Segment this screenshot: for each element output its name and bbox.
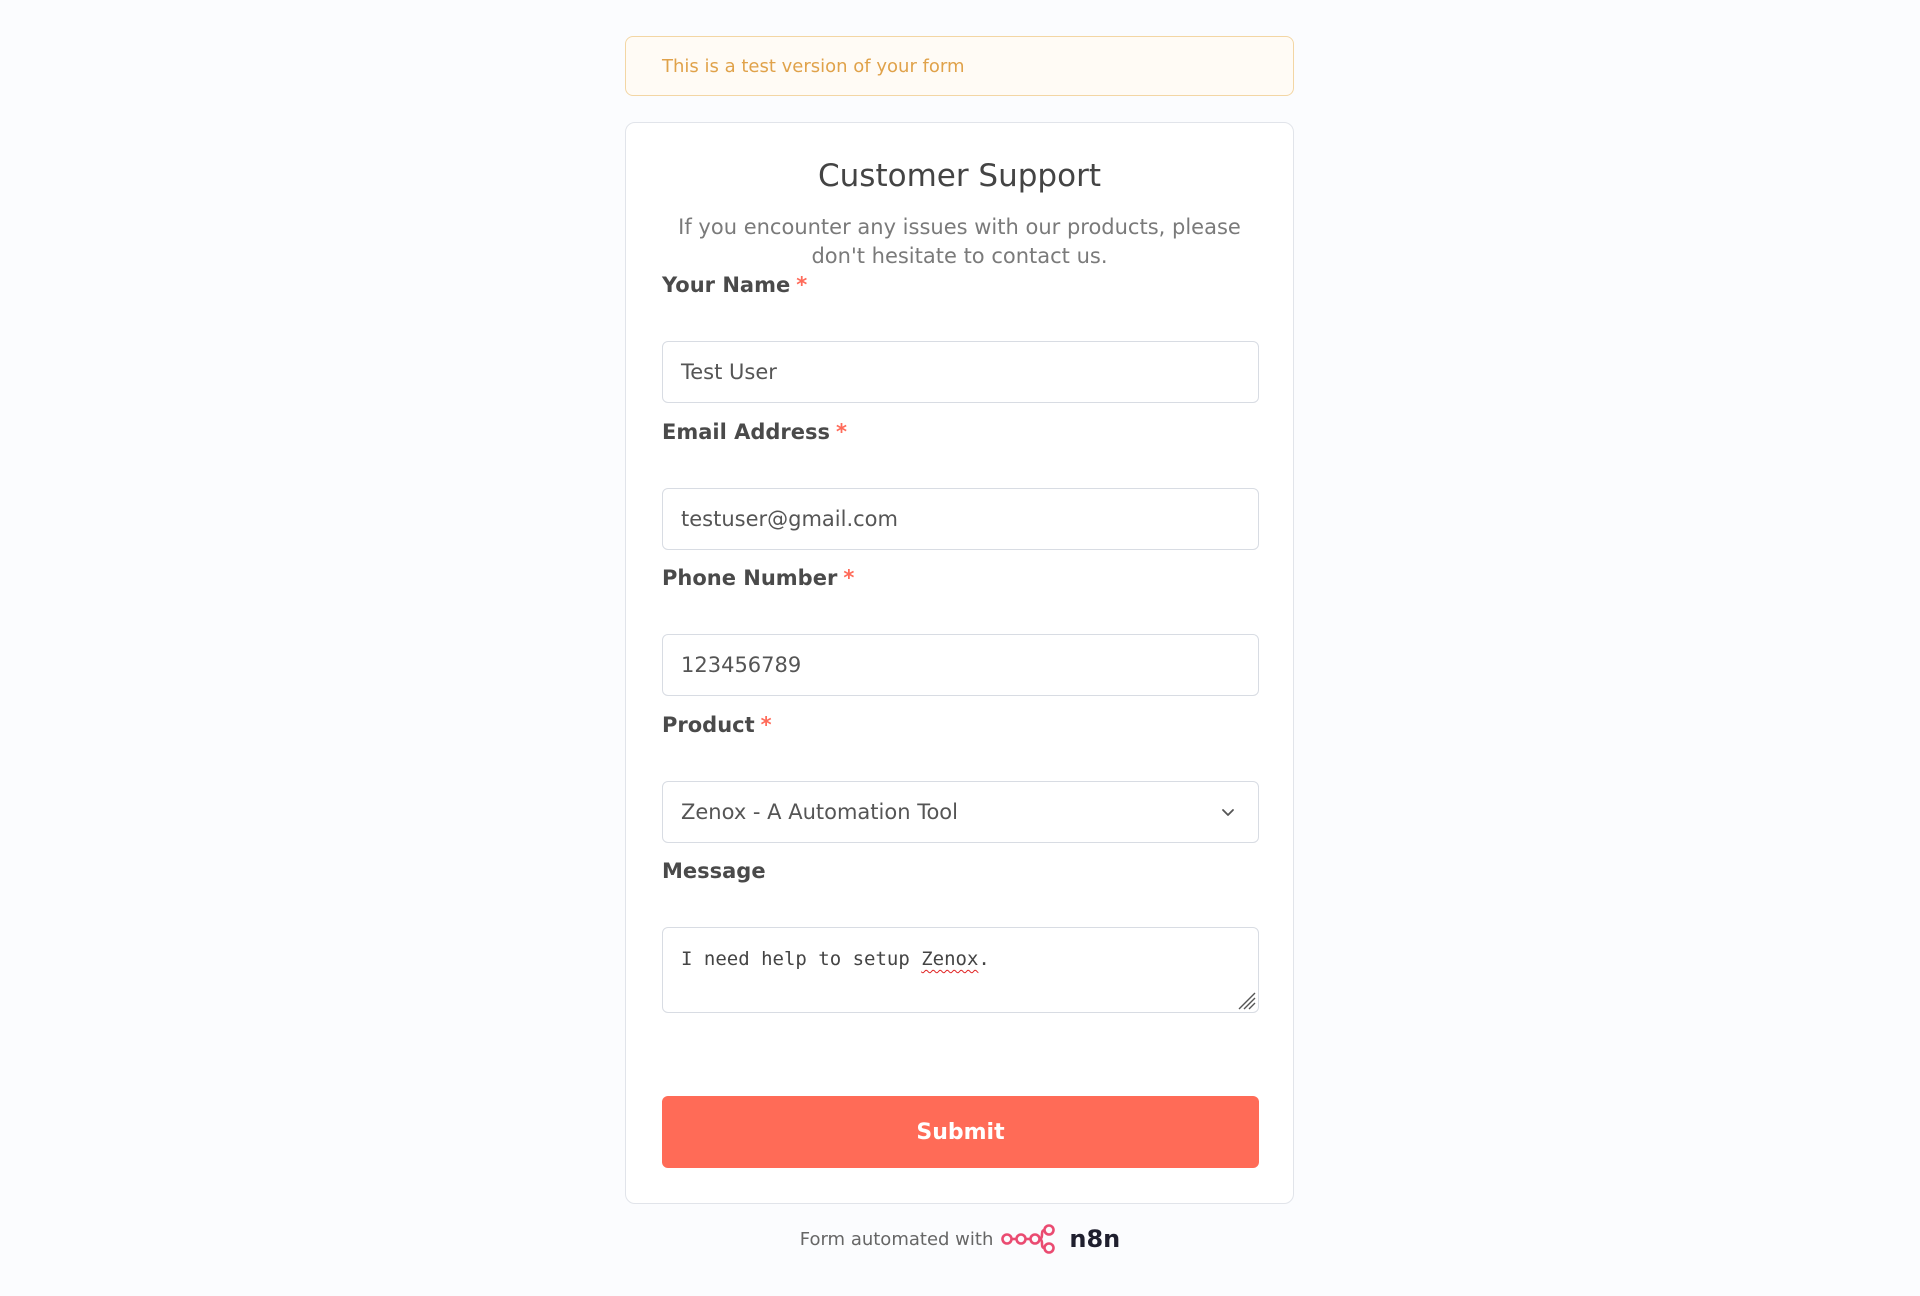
phone-label-text: Phone Number [662, 566, 838, 590]
phone-label: Phone Number * [662, 566, 854, 590]
product-label: Product * [662, 713, 772, 737]
required-marker: * [843, 566, 855, 590]
name-label: Your Name * [662, 273, 807, 297]
email-label: Email Address * [662, 420, 847, 444]
footer-text: Form automated with [799, 1228, 994, 1250]
footer: Form automated with n8n [0, 1224, 1920, 1254]
message-textarea[interactable]: I need help to setup Zenox. [662, 927, 1259, 1013]
form-description: If you encounter any issues with our pro… [678, 215, 1241, 268]
banner-text: This is a test version of your form [662, 55, 965, 77]
required-marker: * [760, 713, 772, 737]
email-input[interactable]: testuser@gmail.com [662, 488, 1259, 550]
phone-input-value: 123456789 [681, 653, 802, 677]
message-text-end: . [978, 948, 990, 970]
form-title: Customer Support [818, 158, 1101, 194]
n8n-brand-text[interactable]: n8n [1069, 1225, 1120, 1253]
product-label-text: Product [662, 713, 755, 737]
n8n-logo-icon[interactable] [1001, 1224, 1059, 1254]
submit-button[interactable]: Submit [662, 1096, 1259, 1168]
form-card: Customer Support If you encounter any is… [625, 122, 1294, 1204]
phone-input[interactable]: 123456789 [662, 634, 1259, 696]
resize-handle-icon[interactable] [1234, 988, 1256, 1010]
name-label-text: Your Name [662, 273, 791, 297]
email-label-text: Email Address [662, 420, 831, 444]
message-text-start: I need help to setup [681, 948, 922, 970]
spellcheck-word: Zenox [921, 948, 979, 970]
product-select-value: Zenox - A Automation Tool [681, 800, 958, 824]
test-version-banner: This is a test version of your form [625, 36, 1294, 96]
form-page: This is a test version of your form Cust… [0, 0, 1920, 1296]
name-input[interactable]: Test User [662, 341, 1259, 403]
product-select[interactable]: Zenox - A Automation Tool [662, 781, 1259, 843]
required-marker: * [796, 273, 808, 297]
email-input-value: testuser@gmail.com [681, 507, 898, 531]
message-label-text: Message [662, 859, 766, 883]
name-input-value: Test User [681, 360, 777, 384]
chevron-down-icon [1222, 809, 1234, 816]
required-marker: * [836, 420, 848, 444]
message-label: Message [662, 859, 766, 883]
